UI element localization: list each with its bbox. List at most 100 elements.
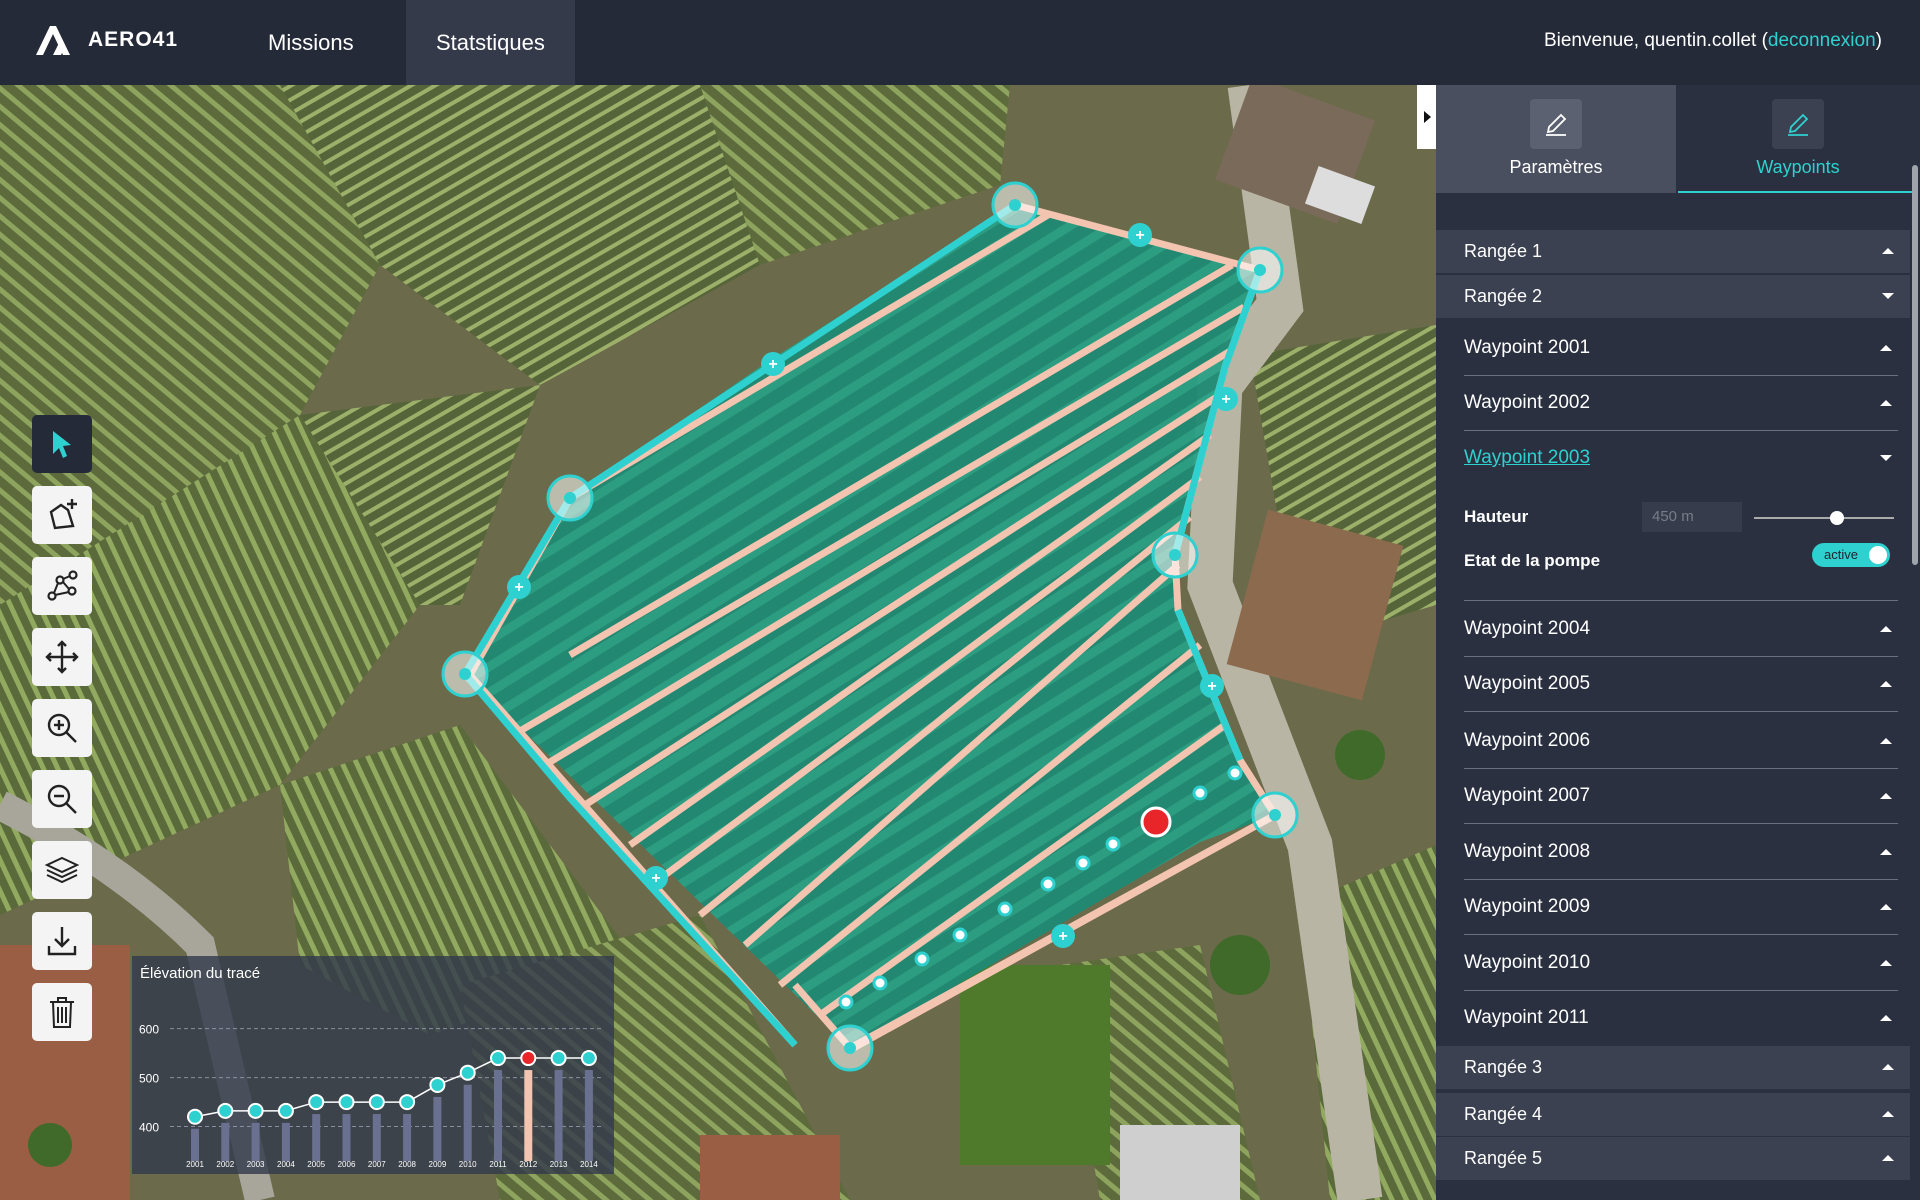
waypoint-item-2002[interactable]: Waypoint 2002: [1464, 376, 1898, 431]
select-tool-button[interactable]: [32, 415, 92, 473]
height-input[interactable]: 450 m: [1642, 502, 1742, 532]
caret-up-icon: [1880, 793, 1892, 799]
delete-button[interactable]: [32, 983, 92, 1041]
elevation-bar: [281, 1122, 290, 1161]
path-nodes-icon: [47, 570, 78, 601]
elevation-bar: [221, 1122, 230, 1161]
pencil-icon: [1546, 113, 1567, 136]
draw-polygon-button[interactable]: [32, 486, 92, 544]
svg-text:+: +: [1221, 391, 1230, 408]
waypoint-label: Waypoint 2001: [1464, 337, 1591, 358]
zoom-out-button[interactable]: [32, 770, 92, 828]
pump-toggle[interactable]: active: [1812, 543, 1890, 567]
elevation-x-tick: 2011: [489, 1160, 507, 1169]
tab-waypoints[interactable]: Waypoints: [1678, 85, 1918, 193]
elevation-point: [580, 1050, 597, 1067]
current-waypoint-marker[interactable]: [1140, 806, 1172, 838]
elevation-bar: [584, 1070, 593, 1161]
svg-text:+: +: [651, 870, 660, 887]
row-label: Rangée 4: [1464, 1104, 1543, 1124]
nav-tab-missions[interactable]: Missions: [238, 0, 384, 85]
zoom-in-button[interactable]: [32, 699, 92, 757]
waypoint-item-2008[interactable]: Waypoint 2008: [1464, 825, 1898, 880]
move-tool-button[interactable]: [32, 628, 92, 686]
panel-scrollbar[interactable]: [1912, 165, 1918, 565]
waypoint-item-2011[interactable]: Waypoint 2011: [1464, 991, 1898, 1046]
elevation-x-tick: 2005: [307, 1160, 325, 1169]
caret-up-icon: [1880, 849, 1892, 855]
elevation-point: [338, 1094, 355, 1111]
welcome-text: Bienvenue, quentin.collet (: [1543, 30, 1768, 51]
brand-logo[interactable]: AERO41: [34, 24, 178, 56]
elevation-point: [429, 1076, 446, 1093]
elevation-point: [459, 1064, 476, 1081]
row-header-2[interactable]: Rangée 2: [1436, 275, 1910, 319]
elevation-point: [368, 1094, 385, 1111]
height-label: Hauteur: [1464, 507, 1529, 526]
waypoint-item-2010[interactable]: Waypoint 2010: [1464, 936, 1898, 991]
row-header-5[interactable]: Rangée 5: [1436, 1137, 1910, 1181]
caret-up-icon: [1882, 1155, 1894, 1161]
tab-waypoints-icon-box: [1772, 99, 1824, 149]
download-button[interactable]: [32, 912, 92, 970]
caret-right-icon: [1423, 111, 1431, 123]
waypoint-label: Waypoint 2011: [1464, 1007, 1589, 1028]
elevation-y-tick: 400: [139, 1121, 159, 1135]
waypoint-label: Waypoint 2002: [1464, 392, 1591, 413]
waypoint-item-2004[interactable]: Waypoint 2004: [1464, 602, 1898, 657]
row-header-4[interactable]: Rangée 4: [1436, 1093, 1910, 1137]
elevation-bar: [342, 1114, 351, 1161]
waypoint-label: Waypoint 2010: [1464, 952, 1591, 973]
waypoint-label: Waypoint 2003: [1464, 447, 1591, 468]
logout-link[interactable]: deconnexion: [1768, 30, 1876, 51]
tab-parametres-label: Paramètres: [1509, 157, 1603, 177]
row-label: Rangée 1: [1464, 241, 1543, 261]
elevation-x-tick: 2009: [429, 1160, 447, 1169]
height-slider[interactable]: [1754, 517, 1894, 519]
tab-waypoints-label: Waypoints: [1756, 157, 1840, 177]
pump-toggle-knob: [1869, 546, 1887, 564]
row-header-3[interactable]: Rangée 3: [1436, 1046, 1910, 1090]
elevation-point: [308, 1094, 325, 1111]
elevation-x-tick: 2006: [338, 1160, 356, 1169]
layers-button[interactable]: [32, 841, 92, 899]
elevation-x-tick: 2013: [550, 1160, 568, 1169]
nav-tab-stats[interactable]: Statstiques: [406, 0, 575, 85]
tab-parametres[interactable]: Paramètres: [1436, 85, 1676, 193]
elevation-x-tick: 2001: [186, 1160, 204, 1169]
elevation-x-tick: 2003: [247, 1160, 265, 1169]
waypoint-item-2001[interactable]: Waypoint 2001: [1464, 321, 1898, 376]
cursor-icon: [53, 431, 71, 458]
caret-up-icon: [1880, 345, 1892, 351]
waypoint-item-2007[interactable]: Waypoint 2007: [1464, 769, 1898, 824]
elevation-bar: [433, 1096, 442, 1161]
elevation-x-tick: 2012: [519, 1160, 537, 1169]
waypoint-item-2003[interactable]: Waypoint 2003: [1464, 431, 1898, 486]
waypoint-item-2005[interactable]: Waypoint 2005: [1464, 657, 1898, 712]
elevation-bar: [191, 1128, 199, 1161]
elevation-point: [520, 1050, 537, 1067]
elevation-x-tick: 2010: [459, 1160, 477, 1169]
row-header-1[interactable]: Rangée 1: [1436, 230, 1910, 274]
row-label: Rangée 2: [1464, 286, 1543, 306]
elevation-bar: [312, 1114, 321, 1161]
panel-collapse-toggle[interactable]: [1417, 85, 1436, 149]
welcome-close: ): [1875, 30, 1882, 51]
waypoint-label: Waypoint 2008: [1464, 841, 1591, 862]
waypoint-label: Waypoint 2009: [1464, 896, 1591, 917]
waypoint-item-2009[interactable]: Waypoint 2009: [1464, 880, 1898, 935]
draw-path-button[interactable]: [32, 557, 92, 615]
map-view[interactable]: + + + + + + + Élévation du tracé 600 500…: [0, 85, 1436, 1200]
waypoint-item-2006[interactable]: Waypoint 2006: [1464, 714, 1898, 769]
pencil-icon: [1788, 113, 1809, 136]
row-label: Rangée 3: [1464, 1057, 1543, 1077]
height-slider-knob[interactable]: [1830, 511, 1844, 525]
elevation-bar: [372, 1114, 381, 1161]
download-icon: [47, 927, 77, 956]
move-arrows-icon: [45, 640, 79, 674]
elevation-y-tick: 500: [139, 1072, 159, 1086]
waypoint-label: Waypoint 2007: [1464, 785, 1591, 806]
map-toolbar: [32, 415, 92, 1054]
caret-up-icon: [1880, 1015, 1892, 1021]
elevation-point: [217, 1102, 234, 1119]
